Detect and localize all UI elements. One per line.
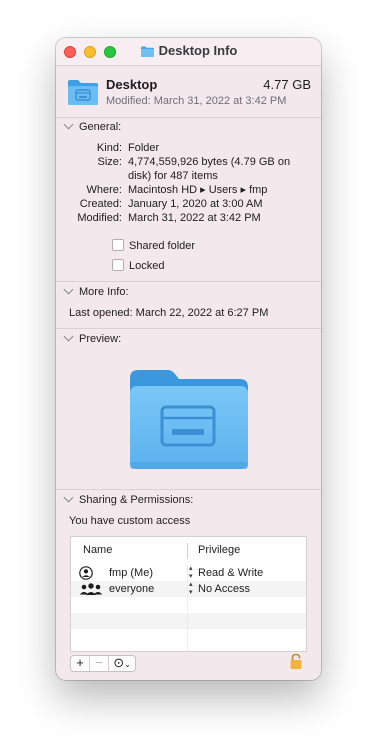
kind-value: Folder (128, 142, 160, 154)
user-name: fmp (Me) (109, 567, 153, 579)
user-icon (79, 566, 93, 580)
action-menu-button[interactable]: ⊙⌄ (109, 656, 135, 671)
kind-label: Kind: (96, 142, 122, 154)
last-opened-text: Last opened: March 22, 2022 at 6:27 PM (69, 307, 269, 319)
toolbar-button-group: + − ⊙⌄ (70, 655, 136, 672)
where-label: Where: (86, 184, 122, 196)
sharing-heading: Sharing & Permissions: (79, 494, 194, 506)
locked-checkbox[interactable]: Locked (112, 259, 164, 272)
desktop-folder-icon (68, 80, 98, 105)
table-row[interactable]: fmp (Me) ▴ ▾ Read & Write (71, 565, 306, 581)
access-text: You have custom access (69, 515, 191, 527)
permissions-table: Name Privilege fmp (Me) ▴ ▾ Read & Write … (70, 536, 307, 652)
where-value: Macintosh HD ▸ Users ▸ fmp (128, 184, 268, 196)
preview-disclosure[interactable]: Preview: (63, 331, 122, 345)
window-title: Desktop Info (56, 43, 321, 58)
item-name: Desktop (106, 77, 158, 92)
info-header: Desktop 4.77 GB Modified: March 31, 2022… (56, 66, 321, 116)
sharing-disclosure[interactable]: Sharing & Permissions: (63, 492, 194, 506)
chevron-down-icon: ⌄ (124, 660, 131, 669)
created-label: Created: (79, 198, 122, 210)
modified-value: March 31, 2022 at 3:42 PM (128, 212, 261, 224)
shared-folder-label: Shared folder (129, 240, 196, 252)
general-disclosure[interactable]: General: (63, 119, 122, 133)
divider (56, 328, 321, 329)
lock-icon[interactable] (289, 653, 303, 670)
divider (56, 117, 321, 118)
empty-row (71, 613, 306, 629)
empty-row (71, 597, 306, 613)
locked-label: Locked (129, 260, 165, 272)
preview-folder-icon (130, 370, 248, 469)
action-icon: ⊙ (113, 655, 125, 670)
shared-folder-checkbox[interactable]: Shared folder (112, 239, 195, 252)
item-size: 4.77 GB (263, 77, 311, 92)
size-label: Size: (97, 156, 122, 168)
column-gridline (187, 565, 188, 651)
add-button[interactable]: + (71, 656, 90, 671)
checkbox-box[interactable] (112, 259, 124, 271)
modified-label: Modified: (77, 212, 122, 224)
permissions-toolbar: + − ⊙⌄ (70, 652, 305, 672)
chevron-down-icon (63, 331, 74, 342)
general-heading: General: (79, 121, 122, 133)
table-row[interactable]: everyone ▴ ▾ No Access (71, 581, 306, 597)
chevron-down-icon (63, 119, 74, 130)
remove-button[interactable]: − (90, 656, 109, 671)
privilege-value[interactable]: Read & Write (198, 565, 263, 581)
column-divider (187, 543, 188, 559)
chevron-down-icon (63, 492, 74, 503)
folder-icon (140, 46, 154, 57)
size-value: 4,774,559,926 bytes (4.79 GB on disk) fo… (128, 156, 291, 182)
item-modified: Modified: March 31, 2022 at 3:42 PM (106, 95, 287, 107)
privilege-value[interactable]: No Access (198, 581, 250, 597)
chevron-down-icon (63, 284, 74, 295)
checkbox-box[interactable] (112, 239, 124, 251)
info-window: Desktop Info Desktop 4.77 GB Modified: M… (56, 38, 321, 680)
created-value: January 1, 2020 at 3:00 AM (128, 198, 263, 210)
user-name: everyone (109, 583, 155, 595)
column-header-privilege[interactable]: Privilege (198, 537, 240, 564)
divider (56, 489, 321, 490)
divider (56, 281, 321, 282)
column-header-name[interactable]: Name (83, 537, 112, 564)
more-info-heading: More Info: (79, 286, 129, 298)
window-title-text: Desktop Info (158, 43, 238, 58)
updown-arrows-icon[interactable]: ▴ ▾ (189, 581, 193, 597)
more-info-disclosure[interactable]: More Info: (63, 284, 129, 298)
title-bar: Desktop Info (56, 38, 321, 66)
preview-heading: Preview: (79, 333, 122, 345)
group-icon (79, 583, 103, 595)
updown-arrows-icon[interactable]: ▴ ▾ (189, 565, 193, 581)
empty-row (71, 629, 306, 645)
